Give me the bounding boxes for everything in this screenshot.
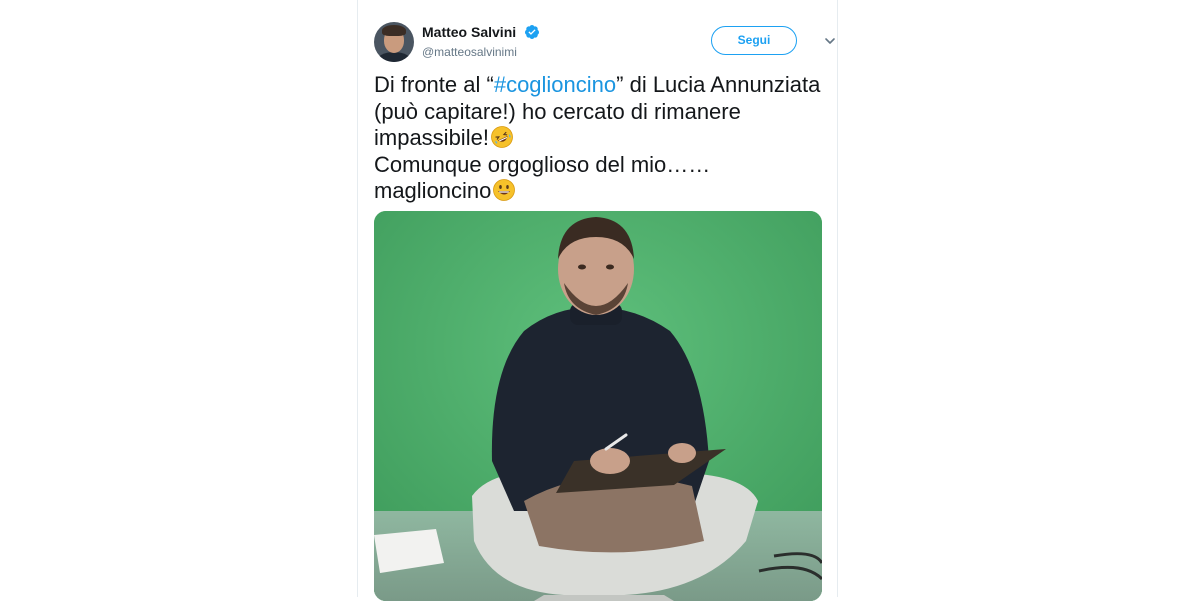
- smiling-face-emoji-icon: [493, 179, 516, 201]
- tweet-card: Matteo Salvini @matteosalvinimi Segui Di…: [357, 0, 838, 601]
- author-handle[interactable]: @matteosalvinimi: [422, 45, 540, 59]
- follow-button[interactable]: Segui: [711, 26, 797, 55]
- photo-person-in-studio: [374, 211, 822, 601]
- tweet-photo[interactable]: [374, 211, 822, 601]
- verified-badge-icon: [524, 24, 539, 39]
- rolling-laughing-emoji-icon: [491, 126, 513, 148]
- hashtag-link[interactable]: #coglioncino: [494, 72, 616, 97]
- tweet-text-part: Di fronte al “: [374, 72, 494, 97]
- author-info[interactable]: Matteo Salvini @matteosalvinimi: [422, 23, 540, 59]
- tweet-header: Matteo Salvini @matteosalvinimi Segui: [374, 20, 837, 64]
- author-name[interactable]: Matteo Salvini: [422, 24, 516, 40]
- avatar[interactable]: [374, 22, 414, 62]
- chevron-down-icon[interactable]: [823, 34, 837, 48]
- tweet-text: Di fronte al “#coglioncino” di Lucia Ann…: [374, 72, 824, 205]
- tweet-text-part: Comunque orgoglioso del mio…… maglioncin…: [374, 151, 711, 204]
